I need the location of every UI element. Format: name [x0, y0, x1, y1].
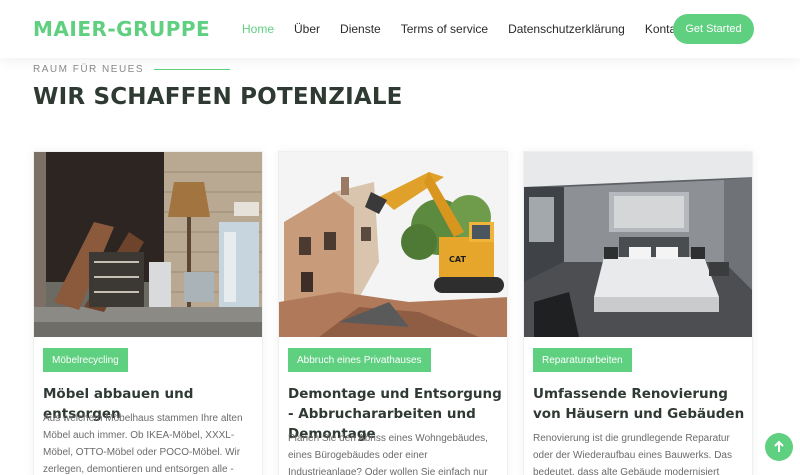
service-card-renovation[interactable]: Reparaturarbeiten Umfassende Renovierung…	[523, 151, 753, 475]
nav-datenschutz[interactable]: Datenschutzerklärung	[508, 22, 625, 36]
scroll-to-top-button[interactable]	[765, 433, 793, 461]
demolition-photo: CAT	[279, 152, 507, 337]
card-tag[interactable]: Möbelrecycling	[43, 348, 128, 372]
main-nav: Home Über Dienste Terms of service Daten…	[242, 22, 712, 36]
nav-terms[interactable]: Terms of service	[401, 22, 488, 36]
card-tag[interactable]: Abbruch eines Privathauses	[288, 348, 431, 372]
kicker-divider	[154, 69, 231, 70]
nav-dienste[interactable]: Dienste	[340, 22, 381, 36]
card-text: Planen Sie den Abriss eines Wohngebäudes…	[288, 433, 488, 475]
nav-ueber[interactable]: Über	[294, 22, 320, 36]
section-title: WIR SCHAFFEN POTENZIALE	[33, 84, 403, 110]
section-kicker-text: RAUM FÜR NEUES	[33, 64, 145, 75]
furniture-photo	[34, 152, 262, 337]
site-header: MAIER-GRUPPE Home Über Dienste Terms of …	[0, 0, 800, 58]
site-logo[interactable]: MAIER-GRUPPE	[33, 17, 210, 41]
nav-home[interactable]: Home	[242, 22, 274, 36]
get-started-button[interactable]: Get Started	[673, 14, 754, 44]
svg-text:CAT: CAT	[449, 255, 466, 264]
card-text: Aus welchem Möbelhaus stammen Ihre alten…	[43, 413, 243, 475]
card-title[interactable]: Umfassende Renovierung von Häusern und G…	[533, 384, 747, 424]
service-card-furniture[interactable]: Möbelrecycling Möbel abbauen und entsorg…	[33, 151, 263, 475]
arrow-up-icon	[774, 440, 784, 452]
renovation-photo	[524, 152, 752, 337]
service-card-demolition[interactable]: CAT Abbruch eines Privathauses Demontage…	[278, 151, 508, 475]
section-kicker: RAUM FÜR NEUES	[33, 64, 231, 75]
card-text: Renovierung ist die grundlegende Reparat…	[533, 433, 732, 475]
card-tag[interactable]: Reparaturarbeiten	[533, 348, 632, 372]
